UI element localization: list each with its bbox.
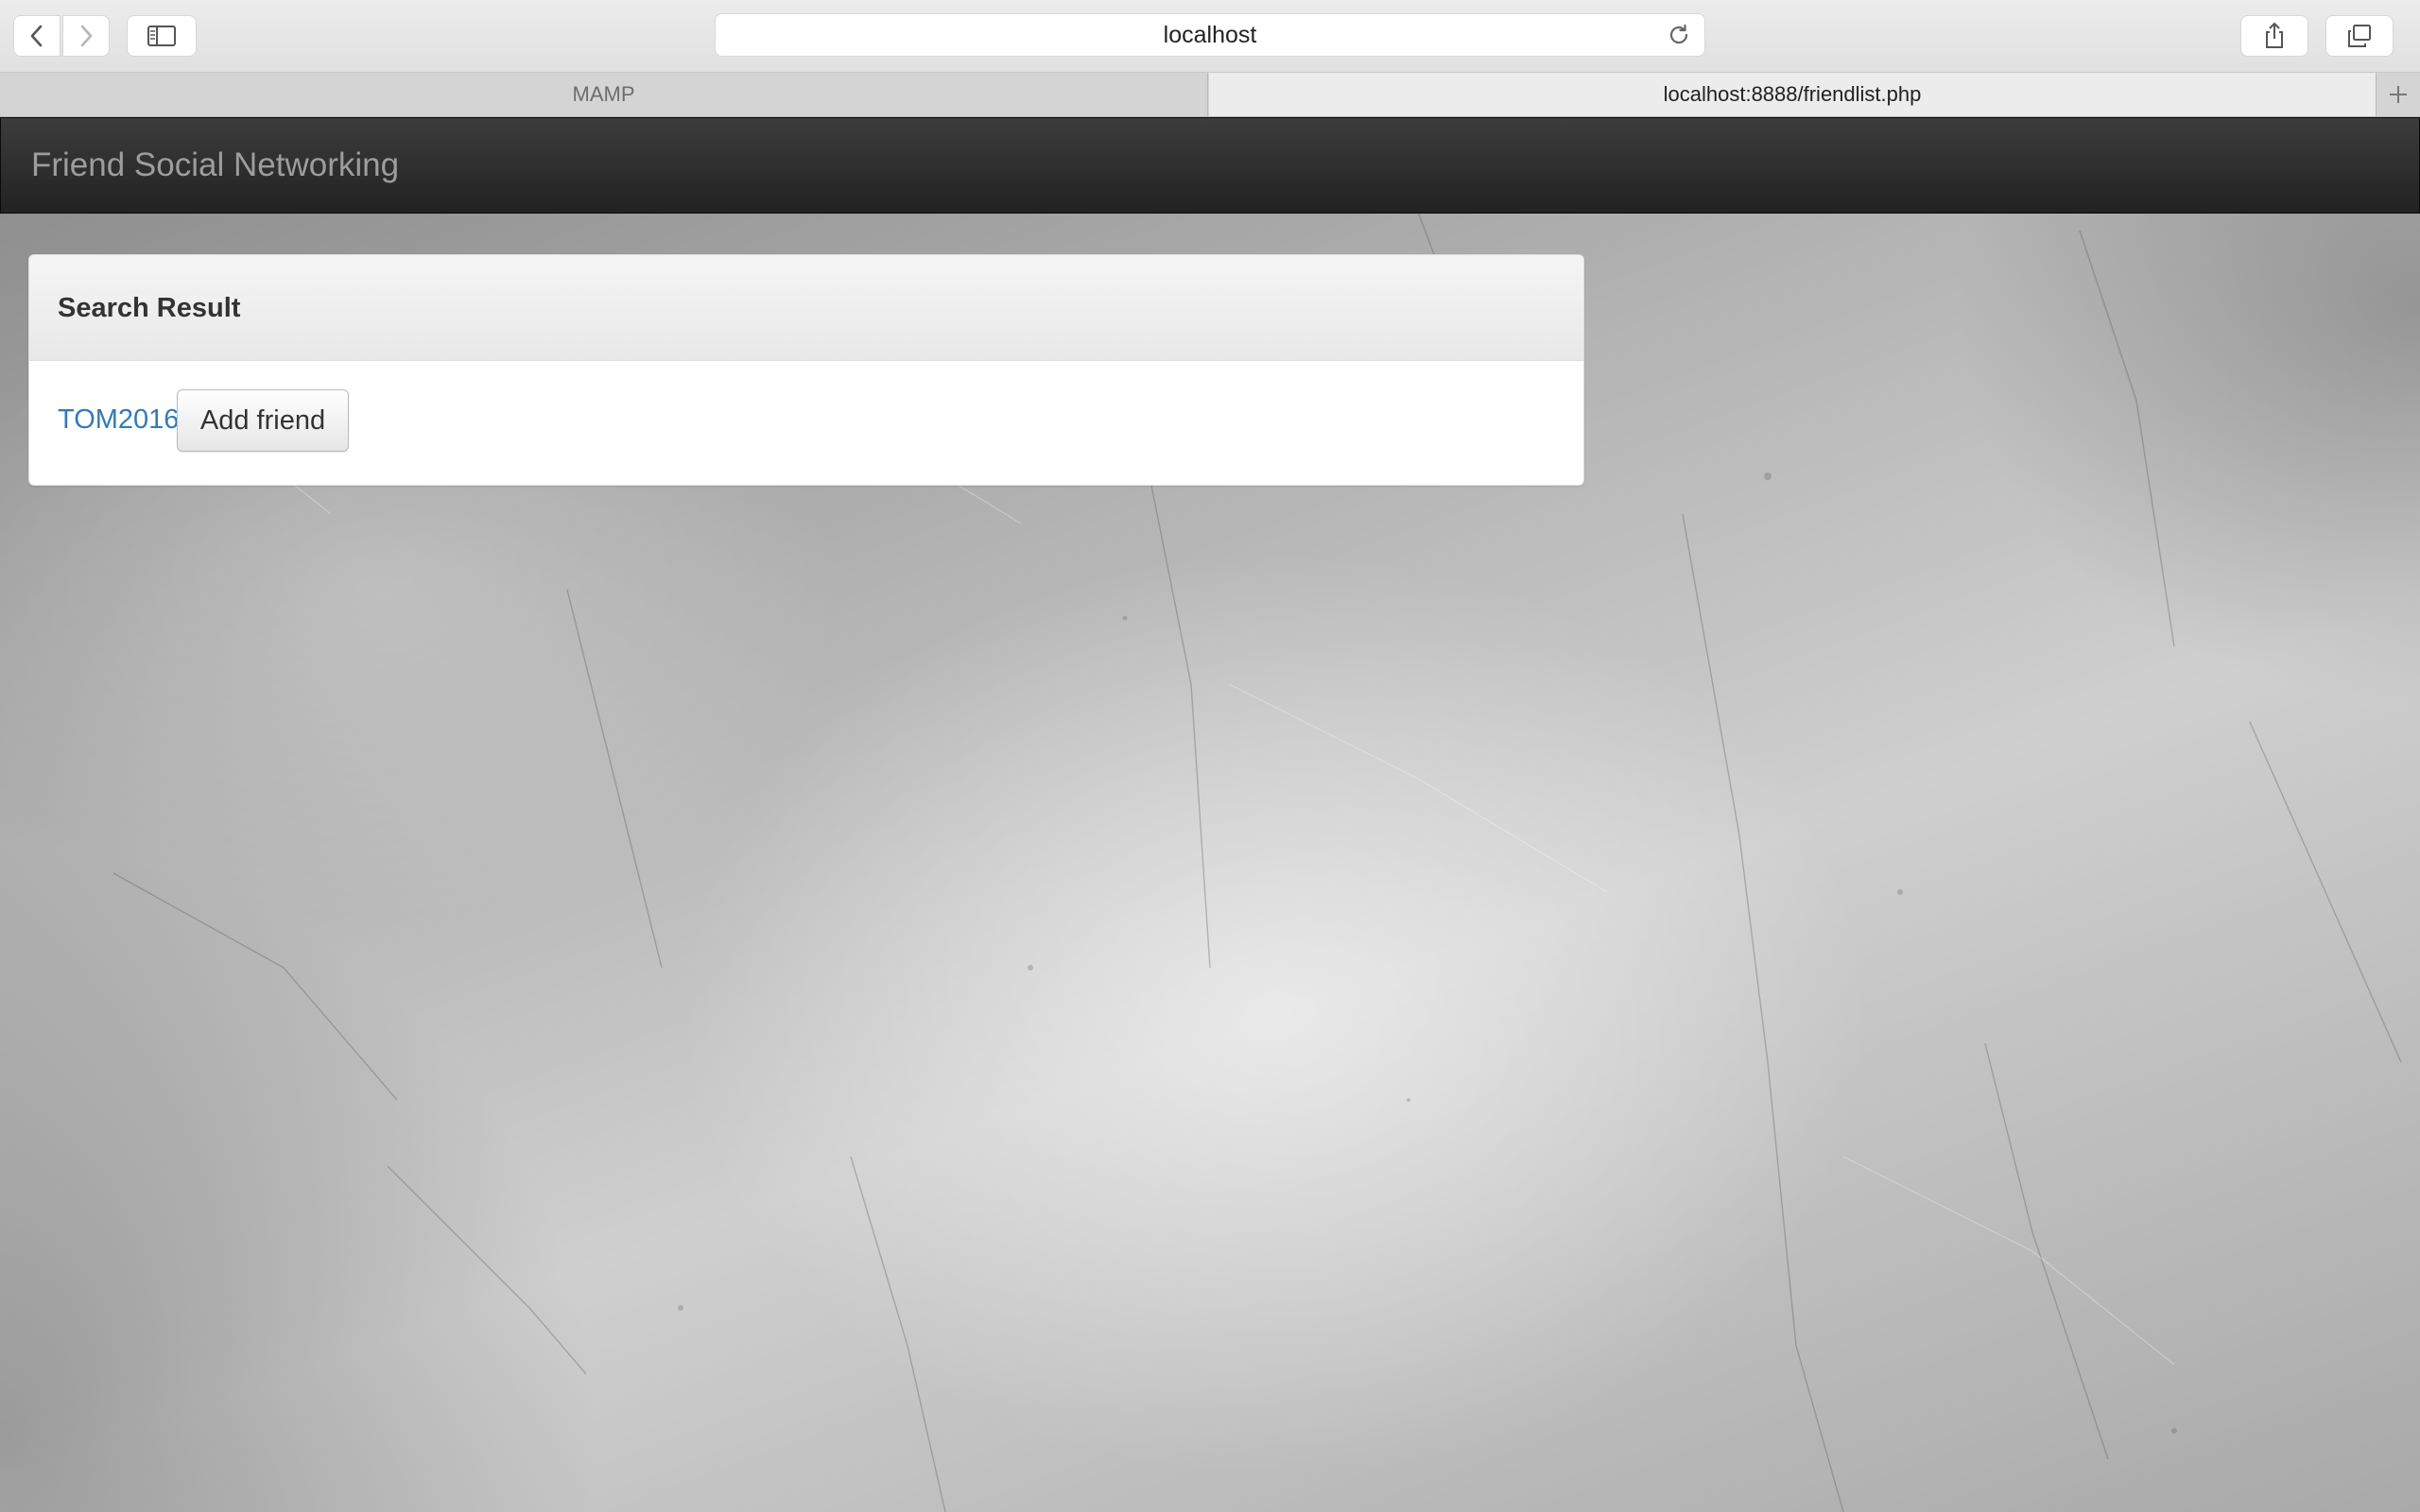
sidebar-icon [147,26,176,46]
reload-icon[interactable] [1667,23,1691,47]
plus-icon [2390,86,2407,103]
panel-heading: Search Result [29,255,1583,361]
back-button[interactable] [13,15,60,57]
new-tab-button[interactable] [2376,73,2420,116]
tab-overview-button[interactable] [2325,15,2394,57]
add-friend-button[interactable]: Add friend [177,389,349,452]
result-username-link[interactable]: TOM2016 [58,361,179,478]
navbar-brand[interactable]: Friend Social Networking [31,118,399,213]
sidebar-toggle-button[interactable] [127,15,197,57]
tab-strip: MAMP localhost:8888/friendlist.php [0,73,2420,117]
chevron-left-icon [30,25,43,47]
top-navbar: Friend Social Networking [0,117,2420,214]
share-button[interactable] [2240,15,2308,57]
address-text: localhost [1163,22,1257,48]
page-viewport: Friend Social Networking Search Result T… [0,117,2420,1512]
panel-title: Search Result [58,293,241,323]
address-bar[interactable]: localhost [715,13,1705,57]
browser-toolbar: localhost [0,0,2420,73]
tab-mamp[interactable]: MAMP [0,73,1208,116]
share-icon [2266,23,2283,48]
search-result-panel: Search Result TOM2016 Add friend [28,254,1584,486]
chevron-right-icon [80,25,93,47]
forward-button[interactable] [62,15,110,57]
panel-body: TOM2016 Add friend [29,361,1583,485]
tab-friendlist[interactable]: localhost:8888/friendlist.php [1209,73,2376,116]
tabs-overview-icon [2348,25,2371,47]
